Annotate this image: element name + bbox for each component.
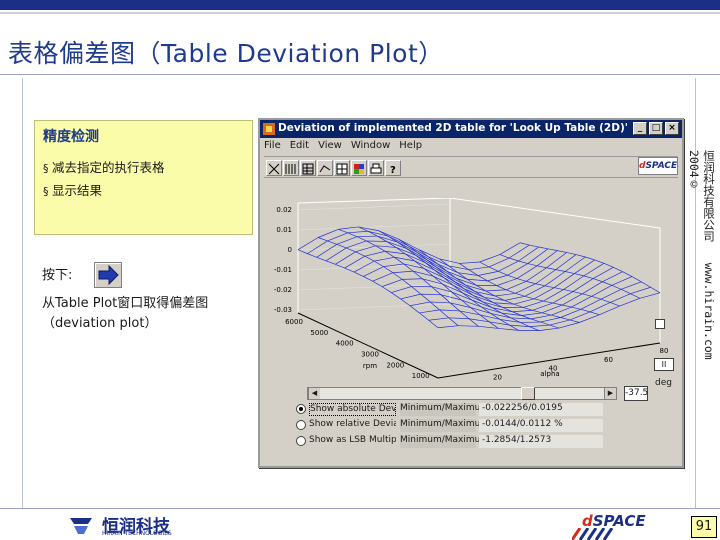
dspace-brand-logo: dSPACE (638, 157, 678, 175)
option-label[interactable]: Show relative Deviation (309, 419, 396, 432)
top-color-bar (0, 0, 720, 10)
menu-edit[interactable]: Edit (290, 140, 309, 154)
surface-icon (319, 165, 331, 173)
instruction-text: 从Table Plot窗口取得偏差图 (42, 296, 209, 311)
plot-mode-field[interactable]: II (654, 358, 674, 371)
deviation-3d-plot: 0.02 0.01 0 -0.01 -0.02 -0.03 6000 5000 4000 3000… (260, 198, 682, 383)
matlab-figure-icon (263, 123, 275, 135)
z-tick-label: -0.02 (274, 286, 292, 294)
x-tick-label: 6000 (285, 318, 303, 326)
option-label[interactable]: Show absolute Deviation (309, 403, 396, 416)
print-icon (370, 163, 382, 174)
x-axis-label: rpm (363, 362, 377, 370)
left-border-line (22, 78, 23, 508)
precision-note-box: 精度检测 减去指定的执行表格 显示结果 (34, 120, 253, 235)
dspace-stripes-icon (572, 528, 614, 540)
lsb-radio[interactable] (296, 436, 306, 446)
menu-view[interactable]: View (318, 140, 342, 154)
maximize-button[interactable]: □ (649, 122, 663, 135)
note-bullet-list: 减去指定的执行表格 显示结果 (43, 157, 165, 203)
hirain-logo-icon (70, 518, 92, 534)
relative-radio[interactable] (296, 420, 306, 430)
z-tick-label: 0 (288, 246, 292, 254)
minmax-label: Minimum/Maximum: (400, 435, 492, 448)
note-heading: 精度检测 (43, 129, 99, 145)
option-relative-deviation[interactable]: Show relative Deviation Minimum/Maximum:… (296, 418, 676, 433)
tool-help-button[interactable]: ? (385, 160, 401, 176)
page-title: 表格偏差图（Table Deviation Plot） (8, 39, 444, 68)
tool-print-button[interactable] (368, 160, 384, 176)
z-tick-label: 0.01 (276, 226, 292, 234)
tool-grid-button[interactable] (334, 160, 350, 176)
slider-left-arrow-icon[interactable]: ◀ (308, 388, 320, 399)
right-border-line (695, 78, 696, 508)
bars-icon (285, 164, 296, 174)
side-vertical-caption: 恒润科技有限公司 www.hirain.com 2004© (687, 150, 717, 400)
press-label: 按下: (42, 268, 73, 283)
toolbar: ? (264, 156, 678, 178)
menu-file[interactable]: File (264, 140, 281, 154)
instruction-text-sub: （deviation plot） (42, 316, 158, 331)
mesh-icon (268, 163, 280, 175)
top-divider (0, 12, 720, 14)
minmax-value: -0.022256/0.0195 (479, 403, 603, 416)
minmax-value: -1.2854/1.2573 (479, 435, 603, 448)
tool-mesh-button[interactable] (266, 160, 282, 176)
right-arrow-icon (98, 264, 119, 286)
z-tick-label: 0.02 (276, 206, 292, 214)
menu-help[interactable]: Help (399, 140, 422, 154)
grid-icon (336, 163, 348, 175)
close-button[interactable]: × (665, 122, 679, 135)
y-axis-label: alpha (540, 370, 559, 378)
x-tick-label: 2000 (386, 361, 404, 369)
y-tick-label: 20 (493, 373, 502, 381)
note-bullet: 减去指定的执行表格 (43, 157, 165, 180)
deviation-plot-button[interactable] (94, 262, 122, 288)
page-number: 91 (691, 516, 717, 538)
minimize-button[interactable]: _ (633, 122, 647, 135)
window-titlebar[interactable]: Deviation of implemented 2D table for 'L… (260, 120, 682, 138)
minmax-value: -0.0144/0.0112 % (479, 419, 603, 432)
title-divider (0, 74, 720, 75)
z-tick-label: -0.03 (274, 306, 292, 314)
menu-bar: File Edit View Window Help (264, 140, 422, 154)
deviation-plot-window: Deviation of implemented 2D table for 'L… (258, 118, 684, 468)
x-tick-label: 5000 (310, 329, 328, 337)
absolute-radio[interactable] (296, 404, 306, 414)
help-icon: ? (390, 165, 396, 176)
tool-table-button[interactable] (300, 160, 316, 176)
slider-right-arrow-icon[interactable]: ▶ (604, 388, 616, 399)
minmax-label: Minimum/Maximum: (400, 403, 492, 416)
x-tick-label: 4000 (336, 340, 354, 348)
plot-option-box[interactable] (655, 319, 665, 329)
option-label[interactable]: Show as LSB Multiple (309, 435, 396, 448)
x-tick-label: 1000 (412, 372, 430, 380)
option-absolute-deviation[interactable]: Show absolute Deviation Minimum/Maximum:… (296, 402, 676, 417)
y-tick-label: 60 (604, 356, 613, 364)
y-tick-label: 0 (440, 382, 444, 383)
y-tick-label: 80 (660, 347, 669, 355)
angle-unit-label: deg (655, 378, 672, 388)
tool-bars-button[interactable] (283, 160, 299, 176)
footer-divider (0, 508, 720, 509)
angle-value-field[interactable]: -37.5 (624, 386, 648, 401)
colormap-icon (354, 164, 364, 174)
table-icon (302, 163, 314, 175)
view-angle-slider[interactable]: ◀ ▶ (307, 387, 617, 400)
footer-brand-sub: HIRAIN TECHNOLOGIES (102, 530, 172, 537)
slider-thumb[interactable] (521, 387, 535, 400)
menu-window[interactable]: Window (351, 140, 390, 154)
note-bullet: 显示结果 (43, 180, 165, 203)
svg-text:?: ? (390, 165, 396, 176)
tool-surface-button[interactable] (317, 160, 333, 176)
x-tick-label: 3000 (361, 351, 379, 359)
z-tick-label: -0.01 (274, 266, 292, 274)
option-lsb-multiple[interactable]: Show as LSB Multiple Minimum/Maximum: -1… (296, 434, 676, 449)
window-title: Deviation of implemented 2D table for 'L… (278, 122, 628, 134)
tool-colormap-button[interactable] (351, 160, 367, 176)
minmax-label: Minimum/Maximum: (400, 419, 492, 432)
side-company: 恒润科技有限公司 (702, 150, 716, 242)
